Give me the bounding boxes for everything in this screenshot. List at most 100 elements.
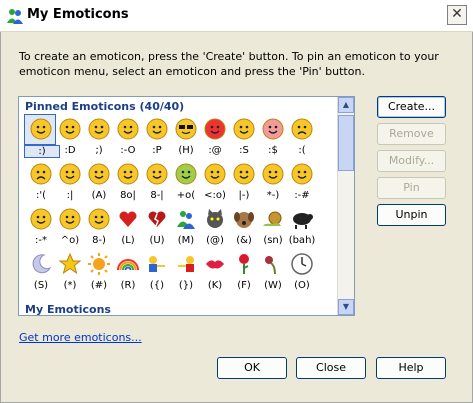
sad-face-icon bbox=[291, 118, 313, 140]
sick-face-icon bbox=[175, 163, 197, 185]
modify-button[interactable]: Modify... bbox=[377, 150, 446, 172]
emoticon-cell[interactable]: (#) bbox=[85, 252, 113, 291]
scroll-thumb[interactable] bbox=[338, 115, 354, 171]
close-window-button[interactable]: ✕ bbox=[447, 5, 467, 25]
emoticon-cell[interactable]: (R) bbox=[114, 252, 142, 291]
create-button[interactable]: Create... bbox=[377, 96, 446, 118]
close-button[interactable]: Close bbox=[296, 357, 366, 379]
red-lips-icon bbox=[206, 260, 224, 269]
help-button[interactable]: Help bbox=[376, 357, 446, 379]
wink-icon bbox=[88, 118, 110, 140]
emoticon-cell[interactable]: :P bbox=[143, 117, 171, 156]
title-bar: My Emoticons ✕ bbox=[0, 0, 473, 32]
emoticon-cell[interactable]: :$ bbox=[259, 117, 287, 156]
emoticon-cell[interactable]: *-) bbox=[259, 162, 287, 201]
emoticon-cell[interactable]: (S) bbox=[27, 252, 55, 291]
emoticon-cell[interactable]: 8o| bbox=[114, 162, 142, 201]
sleepy-face-icon bbox=[233, 163, 255, 185]
embarrassed-face-icon bbox=[262, 118, 284, 140]
broken-heart-icon bbox=[148, 211, 166, 227]
emoticon-cell[interactable]: (W) bbox=[259, 252, 287, 291]
cat-face-icon bbox=[207, 209, 223, 228]
emoticon-cell[interactable]: (K) bbox=[201, 252, 229, 291]
ok-button[interactable]: OK bbox=[217, 357, 287, 379]
emoticon-cell[interactable]: (&) bbox=[230, 207, 258, 246]
emoticon-cell[interactable]: (H) bbox=[172, 117, 200, 156]
messenger-app-icon bbox=[7, 9, 23, 24]
emoticon-cell[interactable]: (F) bbox=[230, 252, 258, 291]
messenger-icon bbox=[177, 211, 195, 229]
get-more-emoticons-link[interactable]: Get more emoticons... bbox=[19, 331, 142, 344]
emoticon-shortcut-label: (bah) bbox=[288, 235, 316, 246]
unpin-button[interactable]: Unpin bbox=[377, 204, 446, 226]
dont-tell-face-icon bbox=[291, 163, 313, 185]
pinned-section-title: Pinned Emoticons (40/40) bbox=[25, 100, 185, 113]
emoticon-cell[interactable]: :D bbox=[56, 117, 84, 156]
thinking-face-icon bbox=[262, 163, 284, 185]
scroll-up-button[interactable]: ▲ bbox=[338, 97, 354, 113]
eye-rolling-icon bbox=[59, 208, 81, 230]
emoticon-cell[interactable]: (O) bbox=[288, 252, 316, 291]
emoticon-cell[interactable]: :) bbox=[24, 114, 60, 158]
emoticon-cell[interactable]: :-# bbox=[288, 162, 316, 201]
star-icon bbox=[58, 252, 82, 275]
tongue-out-icon bbox=[146, 118, 168, 140]
emoticon-cell[interactable]: (bah) bbox=[288, 207, 316, 246]
remove-button[interactable]: Remove bbox=[377, 123, 446, 145]
smile-face-icon bbox=[30, 118, 52, 140]
hug-left-icon bbox=[149, 256, 165, 272]
secret-telling-icon bbox=[30, 208, 52, 230]
emoticon-cell[interactable]: :'( bbox=[27, 162, 55, 201]
emoticon-shortcut-label: :( bbox=[298, 145, 306, 156]
emoticon-cell[interactable]: (L) bbox=[114, 207, 142, 246]
sunglasses-face-icon bbox=[175, 118, 197, 140]
emoticon-cell[interactable]: :S bbox=[230, 117, 258, 156]
angel-face-icon bbox=[88, 163, 110, 185]
emoticon-list[interactable]: Pinned Emoticons (40/40) :):D;):-O:P (H):… bbox=[18, 96, 355, 316]
emoticon-cell[interactable]: (M) bbox=[172, 207, 200, 246]
emoticon-cell[interactable]: ({) bbox=[143, 252, 171, 291]
angry-face-icon bbox=[204, 118, 226, 140]
sun-icon bbox=[88, 253, 110, 275]
baring-teeth-icon bbox=[117, 163, 139, 185]
emoticon-cell[interactable]: :| bbox=[56, 162, 84, 201]
disappointed-face-icon bbox=[59, 163, 81, 185]
emoticon-cell[interactable]: (U) bbox=[143, 207, 171, 246]
list-scrollbar[interactable]: ▲ ▼ bbox=[337, 97, 354, 315]
emoticon-cell[interactable]: (}) bbox=[172, 252, 200, 291]
clock-icon bbox=[291, 253, 313, 275]
emoticon-cell[interactable]: ^o) bbox=[56, 207, 84, 246]
pin-button[interactable]: Pin bbox=[377, 177, 446, 199]
emoticon-cell[interactable]: +o( bbox=[172, 162, 200, 201]
red-heart-icon bbox=[119, 211, 137, 227]
snail-icon bbox=[263, 211, 282, 226]
emoticon-cell[interactable]: |-) bbox=[230, 162, 258, 201]
surprised-icon bbox=[117, 118, 139, 140]
emoticon-cell[interactable]: (*) bbox=[56, 252, 84, 291]
emoticon-cell[interactable]: :@ bbox=[201, 117, 229, 156]
big-grin-icon bbox=[59, 118, 81, 140]
emoticon-shortcut-label: (O) bbox=[294, 280, 310, 291]
emoticon-cell[interactable]: :-* bbox=[27, 207, 55, 246]
emoticon-cell[interactable]: (A) bbox=[85, 162, 113, 201]
black-sheep-icon bbox=[293, 213, 313, 229]
instruction-text: To create an emoticon, press the 'Create… bbox=[19, 50, 439, 78]
emoticon-shortcut-label: :-# bbox=[294, 190, 310, 201]
confused-face-icon bbox=[233, 118, 255, 140]
nerd-face-icon bbox=[146, 163, 168, 185]
emoticon-cell[interactable]: (@) bbox=[201, 207, 229, 246]
sarcastic-face-icon bbox=[88, 208, 110, 230]
emoticon-cell[interactable]: <:o) bbox=[201, 162, 229, 201]
wilted-rose-icon bbox=[265, 256, 276, 275]
emoticon-cell[interactable]: (sn) bbox=[259, 207, 287, 246]
emoticon-cell[interactable]: 8-| bbox=[143, 162, 171, 201]
emoticon-cell[interactable]: :-O bbox=[114, 117, 142, 156]
scroll-down-button[interactable]: ▼ bbox=[338, 299, 354, 315]
emoticon-cell[interactable]: :( bbox=[288, 117, 316, 156]
emoticon-cell[interactable]: 8-) bbox=[85, 207, 113, 246]
sleeping-moon-icon bbox=[32, 254, 52, 274]
window-title: My Emoticons bbox=[27, 7, 129, 22]
crying-face-icon bbox=[30, 163, 52, 185]
emoticon-cell[interactable]: ;) bbox=[85, 117, 113, 156]
rainbow-icon bbox=[117, 259, 139, 271]
